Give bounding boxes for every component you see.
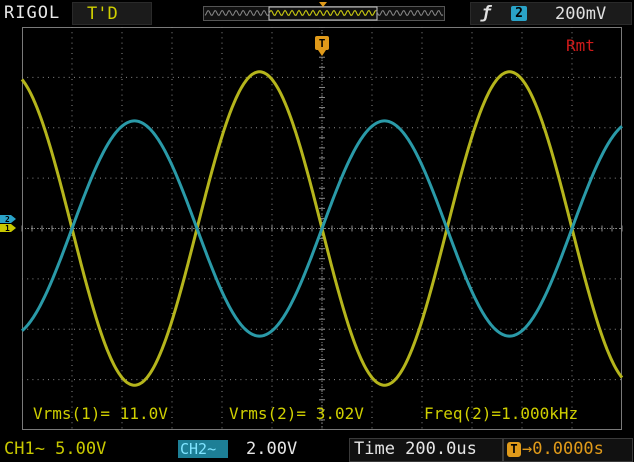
svg-text:T: T [319, 37, 326, 50]
ch2-label-badge[interactable]: CH2~ [178, 440, 228, 458]
measurement-freq-ch2: Freq(2)=1.000kHz [424, 404, 579, 423]
timebase-box[interactable]: Time 200.0us [349, 438, 503, 462]
memory-depth-overview [203, 2, 445, 21]
svg-text:1: 1 [5, 224, 10, 233]
trigger-offset-box[interactable]: T →0.0000s [503, 438, 633, 462]
trigger-level: 200mV [555, 4, 607, 24]
trigger-source-badge: 2 [511, 6, 527, 21]
measurement-vrms-ch1: Vrms(1)= 11.0V [33, 404, 168, 423]
top-status-bar: RIGOL T'D ƒ 2 200mV [0, 0, 634, 27]
svg-text:2: 2 [5, 215, 10, 224]
trigger-offset-value: →0.0000s [522, 439, 604, 459]
measurement-vrms-ch2: Vrms(2)= 3.02V [229, 404, 364, 423]
channel-ground-marker-icon[interactable]: 2 1 [0, 214, 18, 234]
rising-edge-icon: ƒ [481, 3, 492, 23]
ch2-scale[interactable]: 2.00V [246, 439, 297, 459]
ch1-scale[interactable]: CH1~ 5.00V [4, 439, 106, 459]
trigger-time-marker-icon[interactable]: T [314, 34, 330, 58]
trigger-status-text: T'D [87, 4, 118, 24]
trigger-offset-icon: T [507, 442, 521, 457]
remote-indicator: Rmt [566, 36, 595, 55]
brand-logo: RIGOL [4, 3, 61, 23]
timebase-value: Time 200.0us [354, 439, 477, 459]
waveform-grid [20, 27, 624, 430]
oscilloscope-screen: RIGOL T'D ƒ 2 200mV T Rmt 2 1 Vrms(1)= 1… [0, 0, 634, 462]
trigger-settings[interactable]: ƒ 2 200mV [470, 2, 632, 25]
acquisition-status: T'D [72, 2, 152, 25]
